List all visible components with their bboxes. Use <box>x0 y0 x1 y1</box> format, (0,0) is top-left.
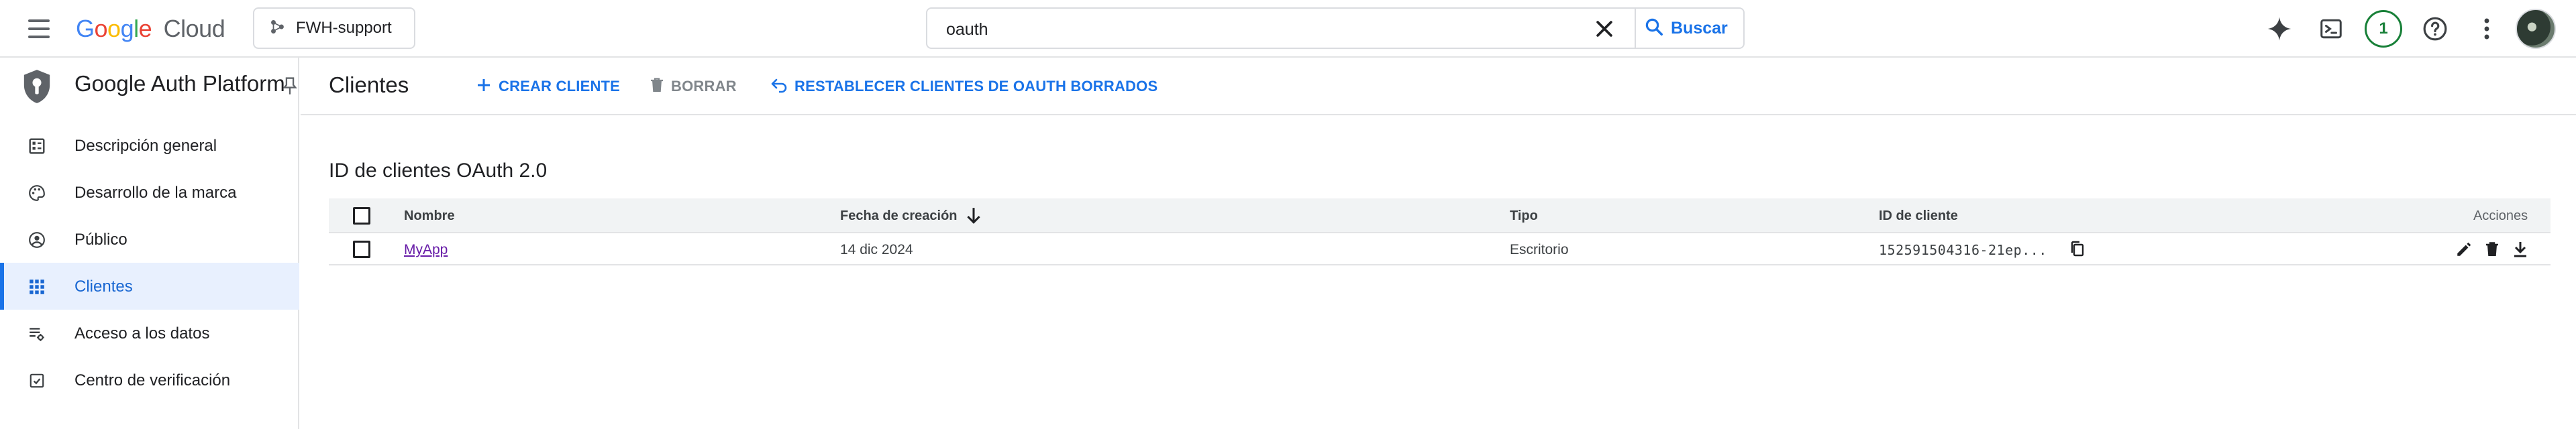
account-avatar[interactable] <box>2516 9 2556 49</box>
search-input[interactable]: oauth <box>946 20 988 40</box>
sidebar-item-clientes[interactable]: Clientes <box>0 263 299 310</box>
top-bar: Google Cloud FWH-support oauth Buscar 1 <box>0 0 2576 58</box>
notifications-badge[interactable]: 1 <box>2365 10 2402 48</box>
clear-search-icon[interactable] <box>1593 17 1616 40</box>
project-icon <box>269 18 287 39</box>
column-header-created[interactable]: Fecha de creación <box>840 208 958 224</box>
table-header: Nombre Fecha de creación Tipo ID de clie… <box>329 198 2551 233</box>
column-header-type[interactable]: Tipo <box>1510 208 1538 224</box>
delete-row-icon[interactable] <box>2483 240 2502 259</box>
cloud-shell-icon[interactable] <box>2317 15 2345 43</box>
section-title: ID de clientes OAuth 2.0 <box>329 160 548 182</box>
column-header-client-id[interactable]: ID de cliente <box>1879 208 1958 224</box>
logo-cloud-text: Cloud <box>163 15 225 42</box>
search-button[interactable]: Buscar <box>1644 9 1728 48</box>
create-client-button[interactable]: CREAR CLIENTE <box>476 70 620 103</box>
sidebar: Google Auth Platform Descripción general… <box>0 58 299 429</box>
client-created-date: 14 dic 2024 <box>840 242 913 257</box>
sidebar-item-descripcion-general[interactable]: Descripción general <box>0 122 299 169</box>
main-menu-icon[interactable] <box>27 18 51 40</box>
search-icon <box>1644 17 1664 40</box>
project-picker-button[interactable]: FWH-support <box>253 7 415 49</box>
verified-icon <box>28 372 46 389</box>
sidebar-item-label: Descripción general <box>74 137 217 155</box>
logo-google-text: Google <box>76 15 152 42</box>
row-checkbox[interactable] <box>353 241 370 258</box>
restore-deleted-clients-button[interactable]: RESTABLECER CLIENTES DE OAUTH BORRADOS <box>770 70 1157 103</box>
dashboard-icon <box>28 137 46 155</box>
column-header-name[interactable]: Nombre <box>404 208 455 224</box>
sidebar-item-label: Público <box>74 231 127 249</box>
copy-icon[interactable] <box>2068 240 2087 259</box>
page-title: Clientes <box>329 72 409 97</box>
search-button-label: Buscar <box>1671 18 1728 38</box>
sidebar-header: Google Auth Platform <box>0 58 299 115</box>
person-icon <box>28 231 46 249</box>
help-icon[interactable] <box>2421 15 2449 43</box>
column-header-actions: Acciones <box>2473 208 2528 223</box>
sidebar-item-centro-de-verificacion[interactable]: Centro de verificación <box>0 357 299 404</box>
select-all-checkbox[interactable] <box>353 207 370 225</box>
search-bar[interactable]: oauth Buscar <box>926 7 1745 49</box>
client-id: 152591504316-21ep... <box>1879 242 2047 258</box>
table-row: MyApp 14 dic 2024 Escritorio 15259150431… <box>329 233 2551 265</box>
sidebar-item-label: Acceso a los datos <box>74 324 210 343</box>
delete-label: BORRAR <box>671 78 737 95</box>
palette-icon <box>28 184 46 202</box>
sidebar-item-label: Desarrollo de la marca <box>74 184 237 202</box>
sort-descending-icon[interactable] <box>965 206 982 229</box>
shield-icon <box>21 68 52 108</box>
download-icon[interactable] <box>2511 240 2530 259</box>
client-name-link[interactable]: MyApp <box>404 242 448 258</box>
google-cloud-logo[interactable]: Google Cloud <box>76 13 225 44</box>
restore-deleted-clients-label: RESTABLECER CLIENTES DE OAUTH BORRADOS <box>794 78 1158 95</box>
create-client-label: CREAR CLIENTE <box>499 78 621 95</box>
data-access-icon <box>28 325 46 343</box>
edit-icon[interactable] <box>2455 240 2473 259</box>
apps-icon <box>28 278 46 296</box>
sidebar-item-acceso-a-los-datos[interactable]: Acceso a los datos <box>0 310 299 357</box>
pin-icon[interactable] <box>282 76 297 99</box>
undo-icon <box>770 77 788 97</box>
sidebar-item-label: Clientes <box>74 278 133 296</box>
sidebar-item-desarrollo-de-la-marca[interactable]: Desarrollo de la marca <box>0 169 299 216</box>
sidebar-item-label: Centro de verificación <box>74 371 231 389</box>
trash-icon <box>650 77 664 97</box>
sidebar-item-publico[interactable]: Público <box>0 216 299 263</box>
client-type: Escritorio <box>1510 242 1569 257</box>
action-bar: Clientes CREAR CLIENTE BORRAR RESTABLECE… <box>301 58 2576 115</box>
more-options-icon[interactable] <box>2473 15 2501 43</box>
delete-button[interactable]: BORRAR <box>650 70 737 103</box>
product-title: Google Auth Platform <box>74 71 285 96</box>
gemini-sparkle-icon[interactable] <box>2265 15 2294 43</box>
search-divider <box>1635 9 1636 48</box>
project-name: FWH-support <box>296 19 392 37</box>
add-icon <box>476 77 492 97</box>
